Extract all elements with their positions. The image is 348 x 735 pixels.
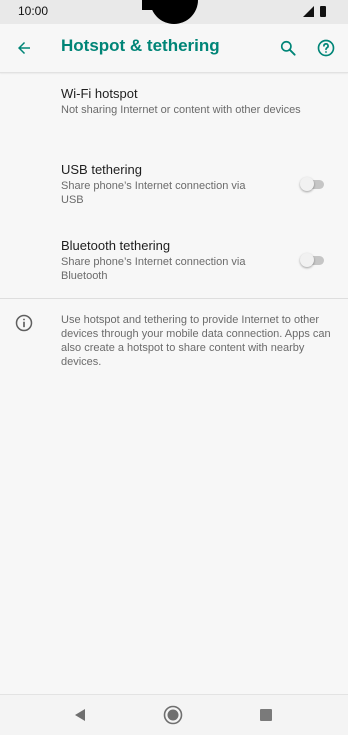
battery-icon	[320, 6, 326, 17]
bluetooth-tethering-summary: Share phone’s Internet connection via Bl…	[61, 256, 246, 282]
status-icons	[303, 6, 326, 17]
help-icon	[317, 39, 335, 57]
nav-recents-icon[interactable]	[260, 709, 272, 721]
usb-tethering-item[interactable]: USB tethering Share phone’s Internet con…	[61, 162, 271, 207]
page-title: Hotspot & tethering	[61, 36, 220, 55]
info-icon	[14, 313, 34, 333]
wifi-hotspot-summary: Not sharing Internet or content with oth…	[61, 104, 301, 116]
divider	[0, 298, 348, 299]
back-arrow-icon	[18, 42, 30, 54]
info-text: Use hotspot and tethering to provide Int…	[61, 314, 331, 368]
usb-tethering-toggle[interactable]	[300, 177, 326, 191]
back-button[interactable]	[10, 34, 38, 62]
bluetooth-tethering-toggle[interactable]	[300, 253, 326, 267]
status-bar: 10:00	[0, 0, 348, 24]
nav-back-icon[interactable]	[72, 707, 88, 723]
search-icon	[280, 40, 296, 56]
bluetooth-tethering-title: Bluetooth tethering	[61, 238, 171, 253]
signal-icon	[303, 6, 314, 17]
nav-home-icon[interactable]	[163, 705, 183, 725]
search-button[interactable]	[274, 34, 302, 62]
help-button[interactable]	[312, 34, 340, 62]
wifi-hotspot-item[interactable]: Wi-Fi hotspot Not sharing Internet or co…	[61, 86, 331, 117]
camera-notch	[142, 0, 198, 24]
toggle-thumb	[300, 253, 314, 267]
app-bar: Hotspot & tethering	[0, 24, 348, 73]
navigation-bar	[0, 694, 348, 735]
wifi-hotspot-title: Wi-Fi hotspot	[61, 86, 138, 101]
toggle-thumb	[300, 177, 314, 191]
status-time: 10:00	[18, 4, 49, 18]
usb-tethering-title: USB tethering	[61, 162, 142, 177]
bluetooth-tethering-item[interactable]: Bluetooth tethering Share phone’s Intern…	[61, 238, 271, 283]
usb-tethering-summary: Share phone’s Internet connection via US…	[61, 180, 246, 206]
